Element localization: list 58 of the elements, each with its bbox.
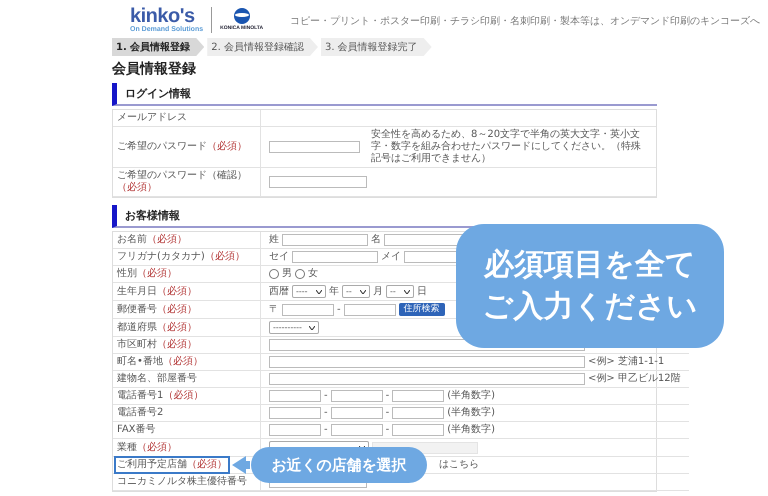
progress-step: 1. 会員情報登録 [112, 38, 204, 56]
progress-step: 2. 会員情報登録確認 [207, 38, 318, 56]
field-label: 町名•番地（必須） [117, 356, 203, 368]
example-hint: <例> 甲乙ビル12階 [588, 373, 681, 385]
logo-wordmark: kinko's [130, 6, 195, 26]
field-label: ご利用予定店舗（必須） [117, 459, 227, 471]
notice-text: 必須項目を全て [484, 246, 696, 284]
field-label: FAX番号 [117, 424, 156, 436]
page-title: 会員情報登録 [112, 60, 197, 78]
date-unit: 月 [373, 286, 383, 298]
field-label: 電話番号2 [117, 407, 164, 419]
field-label: 郵便番号（必須） [117, 304, 197, 316]
field-prefix: セイ [269, 251, 289, 263]
separator: - [386, 390, 390, 402]
separator: - [324, 390, 328, 402]
separator: - [324, 407, 328, 419]
dropdown[interactable]: -- [386, 285, 414, 298]
separator: - [324, 424, 328, 436]
dropdown[interactable]: ---------- [269, 321, 319, 334]
field-prefix: 西暦 [269, 286, 289, 298]
postal-mark: 〒 [269, 304, 279, 316]
field-label: ご希望のパスワード（確認） （必須） [117, 170, 248, 194]
example-hint: <例> 芝浦1-1-1 [588, 356, 664, 368]
field-label: メールアドレス [117, 112, 187, 124]
field-label: お名前（必須） [117, 234, 187, 246]
tagline: コピー・プリント・ポスター印刷・チラシ印刷・名刺印刷・製本等は、オンデマンド印刷のキンコーズへ [290, 14, 760, 28]
field-label: 建物名、部屋番号 [117, 373, 197, 385]
field-label: 業種（必須） [117, 442, 177, 454]
field-label: 生年月日（必須） [117, 286, 197, 298]
field-label: 電話番号1（必須） [117, 390, 204, 402]
password-hint: 安全性を高めるため、8～20文字で半角の英大文字・英小文字・数字を組み合わせたパスワードにしてください。（特殊記号はご利用できません） [371, 129, 642, 165]
field-label: 市区町村（必須） [117, 339, 197, 351]
date-unit: 日 [417, 286, 427, 298]
dropdown[interactable]: ---- [292, 285, 326, 298]
separator: - [386, 407, 390, 419]
separator: - [337, 304, 341, 316]
separator: - [386, 424, 390, 436]
address-search-button[interactable]: 住所検索 [398, 303, 445, 316]
section-heading: ログイン情報 [112, 83, 657, 106]
field-prefix: 名 [371, 234, 381, 246]
notice-text: ご入力ください [482, 288, 698, 326]
radio-label: 女 [308, 268, 318, 280]
field-prefix: 姓 [269, 234, 279, 246]
format-hint: (半角数字) [447, 390, 496, 402]
field-label: 都道府県（必須） [117, 322, 197, 334]
store-link[interactable]: はこちら [439, 459, 479, 471]
dropdown[interactable]: -- [342, 285, 370, 298]
field-label: ご希望のパスワード（必須） [117, 141, 247, 153]
format-hint: (半角数字) [447, 407, 496, 419]
callout-tooltip: お近くの店舗を選択 [251, 447, 427, 483]
field-label: 性別（必須） [117, 268, 177, 280]
field-prefix: メイ [381, 251, 401, 263]
radio-label: 男 [282, 268, 292, 280]
field-label: コニカミノルタ株主優待番号 [117, 476, 247, 488]
field-label: フリガナ(カタカナ)（必須） [117, 251, 245, 263]
date-unit: 年 [329, 286, 339, 298]
progress-step: 3. 会員情報登録完了 [320, 38, 432, 56]
format-hint: (半角数字) [447, 424, 496, 436]
